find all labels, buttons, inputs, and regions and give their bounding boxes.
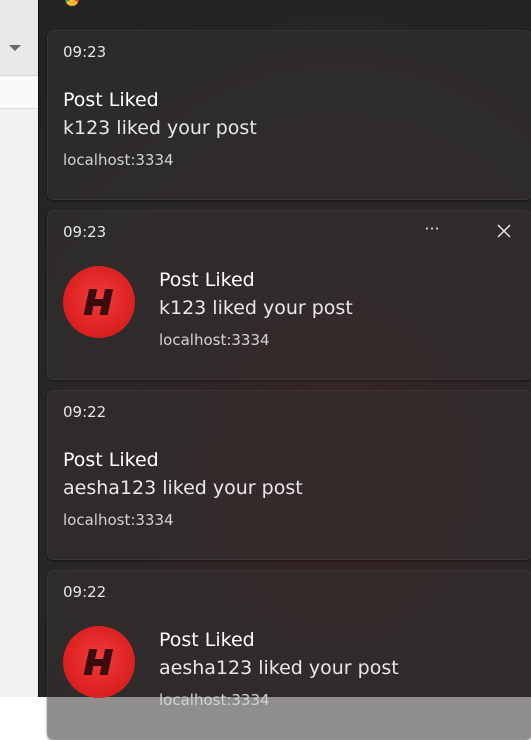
notification-message: k123 liked your post — [159, 297, 353, 319]
notification-group-header — [39, 0, 531, 14]
dropdown-arrow-icon[interactable] — [9, 45, 21, 51]
notification-center-panel: 09:23 Post Liked k123 liked your post lo… — [38, 0, 531, 740]
h-logo-icon — [63, 266, 135, 338]
close-icon[interactable] — [492, 219, 516, 243]
notification-message: aesha123 liked your post — [63, 477, 303, 499]
notification-time: 09:23 — [63, 43, 107, 61]
background-toolbar — [0, 0, 40, 76]
notification-toast[interactable]: 09:22 Post Liked aesha123 liked your pos… — [47, 390, 531, 560]
notification-source: localhost:3334 — [159, 691, 270, 709]
more-options-button[interactable]: ··· — [420, 219, 444, 243]
background-app-window — [0, 0, 41, 697]
h-logo-icon — [63, 626, 135, 698]
notification-title: Post Liked — [159, 629, 255, 651]
notification-title: Post Liked — [63, 449, 159, 471]
notification-toast[interactable]: 09:23 Post Liked k123 liked your post lo… — [47, 30, 531, 200]
notification-time: 09:23 — [63, 223, 107, 241]
notification-source: localhost:3334 — [63, 151, 174, 169]
notification-time: 09:22 — [63, 583, 107, 601]
notification-source: localhost:3334 — [63, 511, 174, 529]
notification-title: Post Liked — [63, 89, 159, 111]
notification-time: 09:22 — [63, 403, 107, 421]
notification-source: localhost:3334 — [159, 331, 270, 349]
notification-toast[interactable]: 09:22 Post Liked aesha123 liked your pos… — [47, 570, 531, 740]
notification-title: Post Liked — [159, 269, 255, 291]
notification-message: k123 liked your post — [63, 117, 257, 139]
browser-app-icon — [65, 0, 79, 6]
notification-message: aesha123 liked your post — [159, 657, 399, 679]
background-content-strip — [0, 76, 40, 109]
notification-toast[interactable]: 09:23 ··· Post Liked k123 liked your pos… — [47, 210, 531, 380]
